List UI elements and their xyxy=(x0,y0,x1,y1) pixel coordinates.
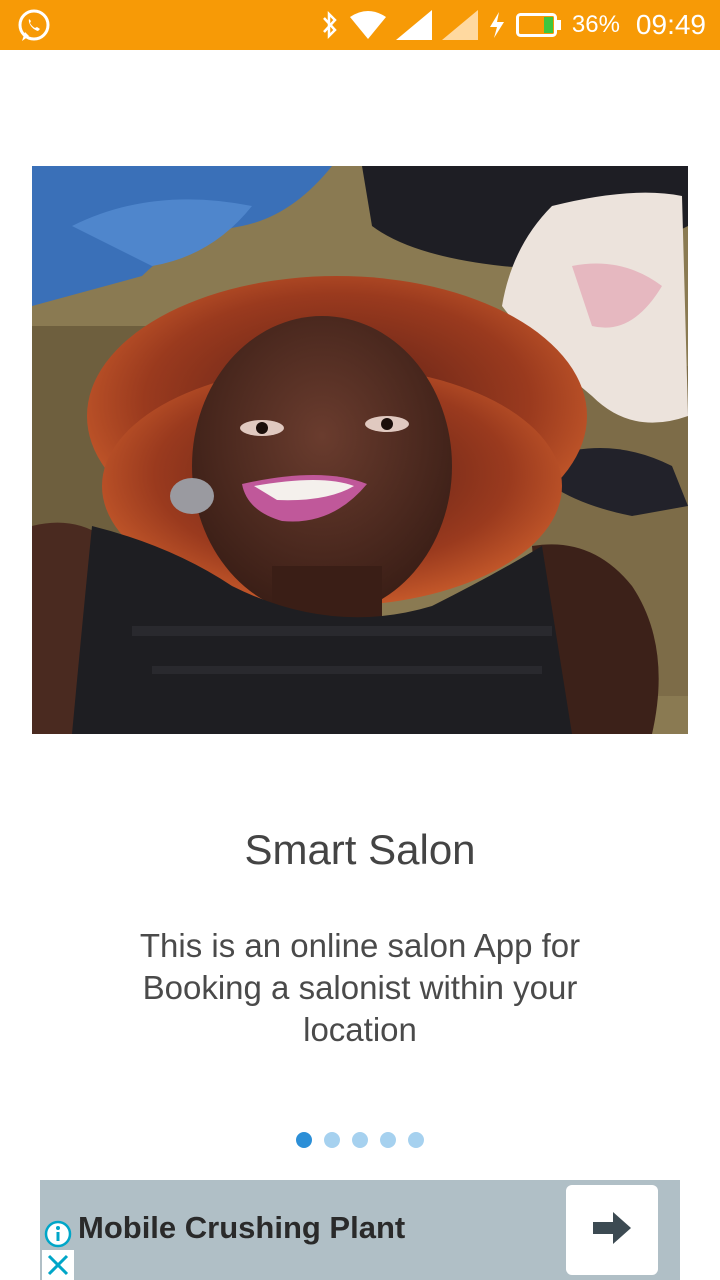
page-dot[interactable] xyxy=(296,1132,312,1148)
salon-photo xyxy=(32,166,688,734)
ad-banner[interactable]: Mobile Crushing Plant xyxy=(40,1180,680,1280)
info-icon[interactable] xyxy=(44,1220,72,1248)
bluetooth-icon xyxy=(320,10,340,40)
close-icon[interactable] xyxy=(42,1250,74,1280)
slide-title: Smart Salon xyxy=(244,826,476,873)
arrow-right-icon xyxy=(591,1210,633,1251)
battery-percent: 36% xyxy=(571,11,620,38)
clock: 09:49 xyxy=(635,9,706,40)
slide-description: This is an online salon App for Booking … xyxy=(139,927,581,1048)
page-dot[interactable] xyxy=(324,1132,340,1148)
onboarding-screen: 36% 09:49 Smart Salon This is an online … xyxy=(0,0,720,1280)
signal-strength-secondary-icon xyxy=(441,10,478,40)
status-bar: 36% 09:49 xyxy=(0,0,720,50)
ad-open-button[interactable] xyxy=(566,1185,658,1275)
page-dot[interactable] xyxy=(352,1132,368,1148)
signal-strength-icon xyxy=(395,10,432,40)
page-dot[interactable] xyxy=(408,1132,424,1148)
whatsapp-icon xyxy=(16,8,52,44)
ad-title[interactable]: Mobile Crushing Plant xyxy=(78,1210,405,1246)
page-dot[interactable] xyxy=(380,1132,396,1148)
charging-icon xyxy=(488,10,506,40)
page-indicator xyxy=(0,1132,720,1148)
wifi-icon xyxy=(349,11,386,39)
battery-icon xyxy=(515,12,562,38)
